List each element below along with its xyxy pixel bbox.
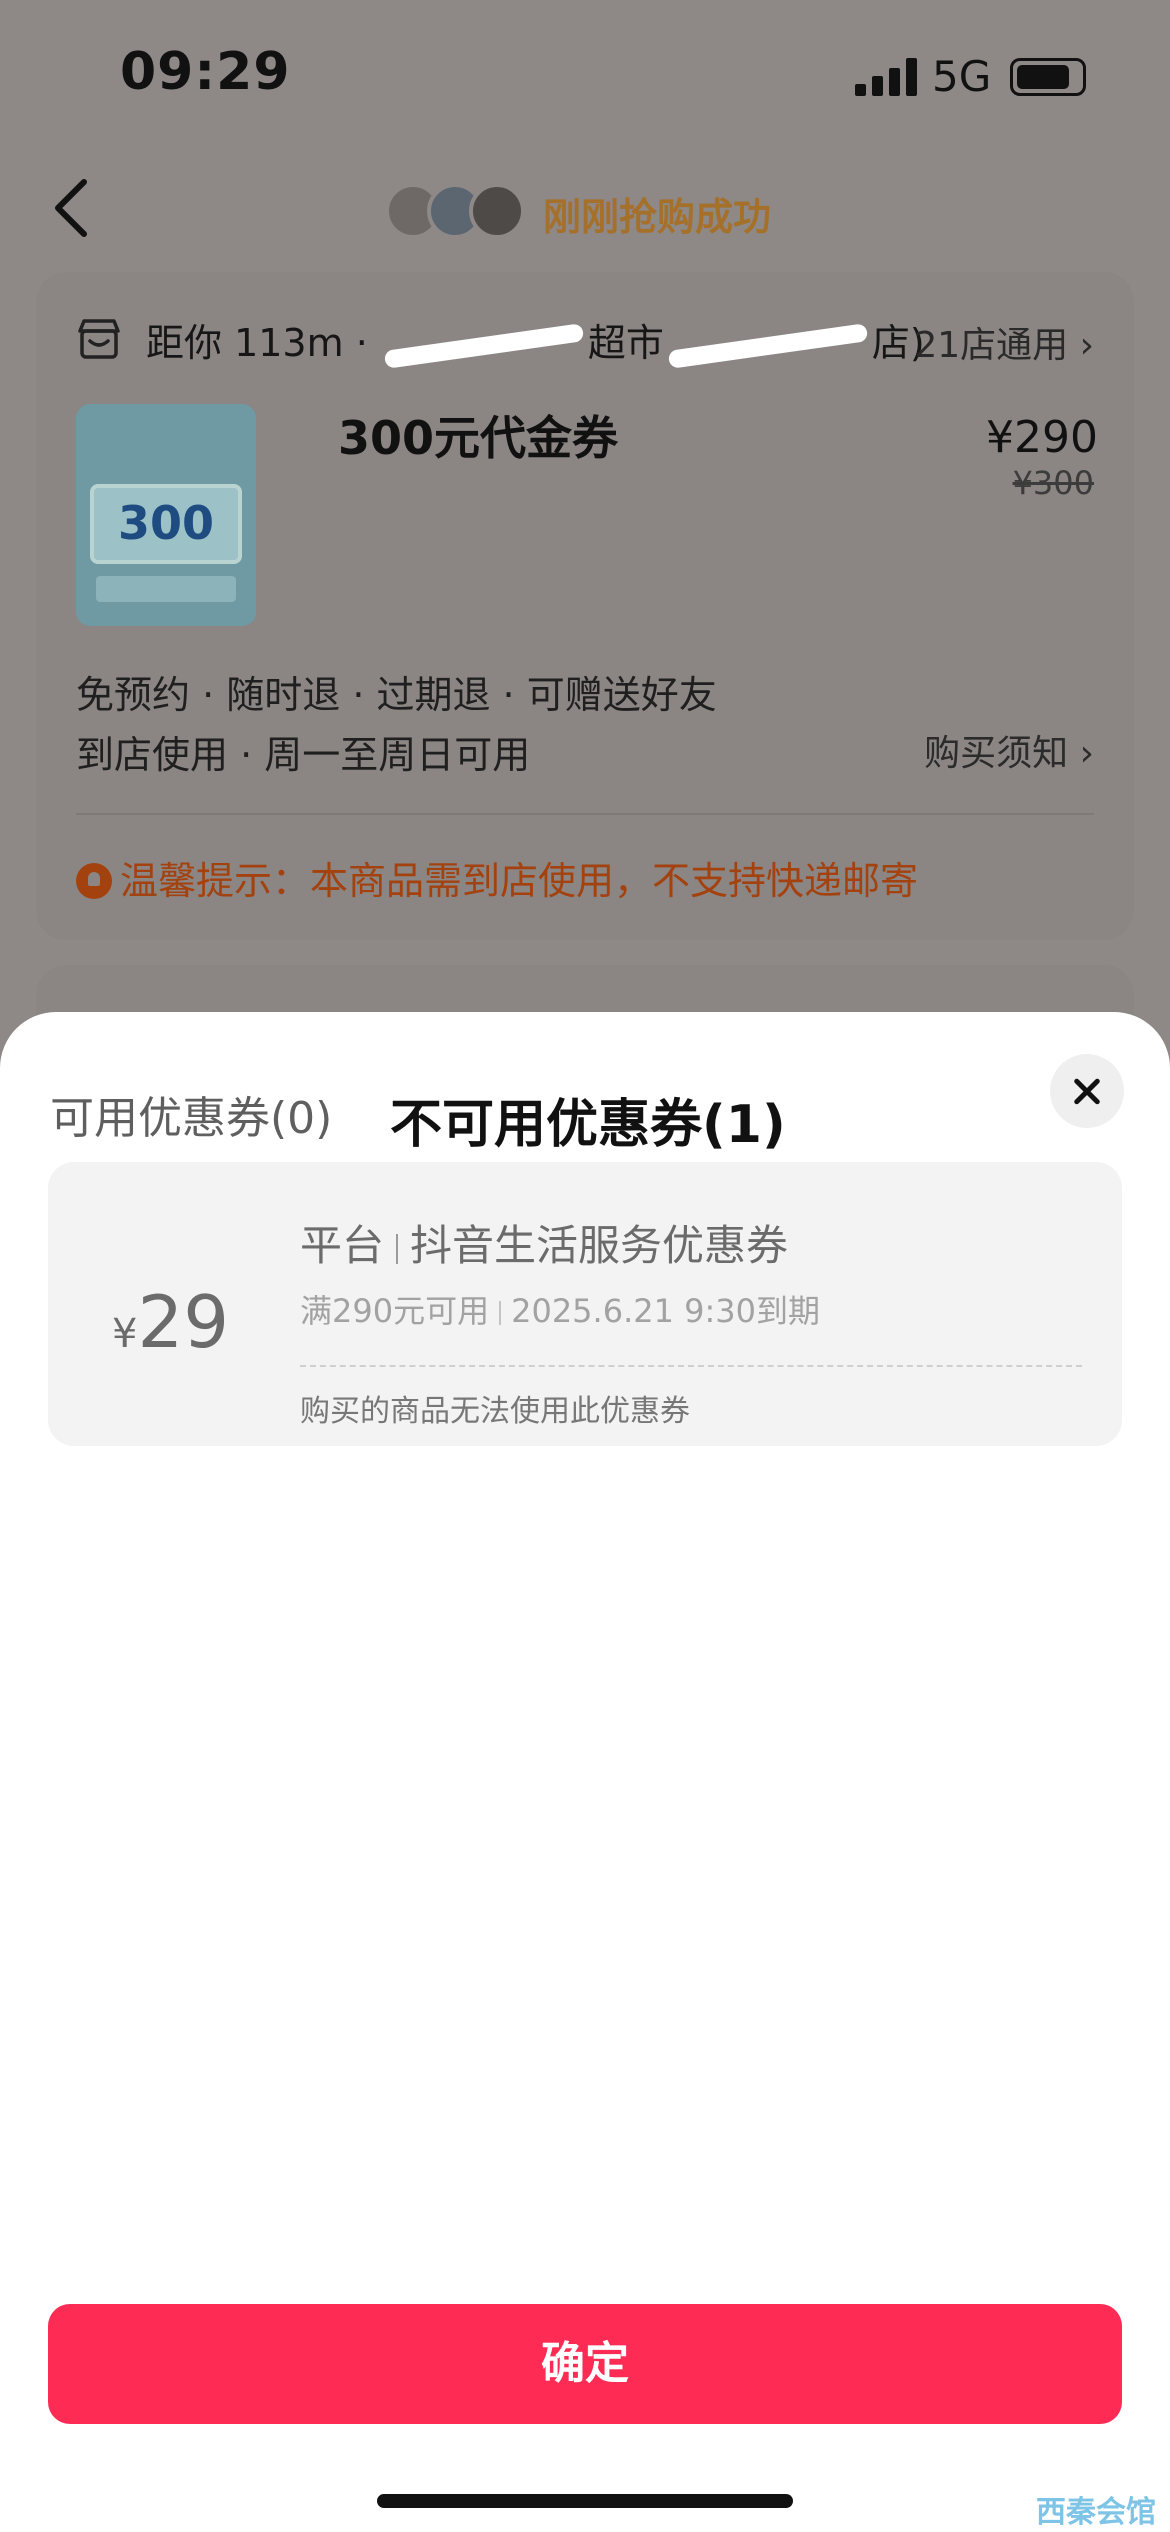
home-indicator[interactable] bbox=[377, 2494, 793, 2508]
store-info[interactable]: 距你 113m · 超市 店) bbox=[146, 312, 925, 369]
coupon-name: 抖音生活服务优惠券 bbox=[410, 1221, 789, 1270]
coupon-condition: 满290元可用 bbox=[300, 1292, 490, 1330]
usage-tags: 到店使用 · 周一至周日可用 bbox=[76, 733, 531, 777]
thumbnail-amount: 300 bbox=[118, 496, 215, 550]
coupon-card[interactable]: ¥29 平台 抖音生活服务优惠券 满290元可用 2025.6.21 9:30到期 … bbox=[48, 1162, 1122, 1446]
coupon-amount: ¥29 bbox=[112, 1280, 229, 1364]
battery-icon bbox=[1010, 58, 1086, 96]
confirm-button[interactable]: 确定 bbox=[48, 2304, 1122, 2424]
store-name: 超市 bbox=[587, 321, 664, 365]
product-name: 300元代金券 bbox=[338, 411, 619, 465]
coupon-sheet: 可用优惠券(0) 不可用优惠券(1) ¥29 平台 抖音生活服务优惠券 满290元… bbox=[0, 1012, 1170, 2532]
original-price: ¥300 bbox=[1012, 464, 1094, 502]
product-tags: 免预约 · 随时退 · 过期退 · 可赠送好友 bbox=[76, 673, 717, 717]
purchase-success-text: 刚刚抢购成功 bbox=[543, 195, 772, 239]
coupon-info: 满290元可用 2025.6.21 9:30到期 bbox=[300, 1286, 820, 1332]
cellular-signal-icon bbox=[855, 58, 917, 96]
tip-text: 温馨提示：本商品需到店使用，不支持快递邮寄 bbox=[120, 859, 919, 903]
coupon-source: 平台 bbox=[300, 1221, 385, 1270]
voucher-banner bbox=[96, 576, 236, 602]
avatar bbox=[469, 183, 525, 239]
shops-link[interactable]: 21店通用 › bbox=[914, 316, 1094, 368]
chevron-right-icon: › bbox=[1079, 733, 1094, 774]
redaction-mark bbox=[667, 322, 869, 369]
warm-tip: 温馨提示：本商品需到店使用，不支持快递邮寄 bbox=[76, 850, 918, 905]
back-arrow-icon[interactable] bbox=[50, 178, 94, 238]
status-bar: 09:29 5G bbox=[0, 0, 1170, 150]
dashed-divider bbox=[300, 1365, 1082, 1367]
currency-symbol: ¥ bbox=[112, 1311, 138, 1357]
store-distance: 距你 113m · bbox=[146, 321, 380, 365]
coupon-unavailable-reason: 购买的商品无法使用此优惠券 bbox=[300, 1394, 690, 1429]
coupon-value: 29 bbox=[137, 1280, 230, 1364]
network-type: 5G bbox=[932, 52, 992, 101]
watermark: 西秦会馆 bbox=[1036, 2495, 1156, 2530]
product-price: ¥290 bbox=[986, 412, 1098, 463]
coupon-expiry: 2025.6.21 9:30到期 bbox=[511, 1292, 820, 1330]
shops-label: 21店通用 bbox=[914, 325, 1069, 366]
chevron-right-icon: › bbox=[1079, 325, 1094, 366]
close-icon[interactable] bbox=[1050, 1054, 1124, 1128]
product-card: 距你 113m · 超市 店) 21店通用 › 300 300元代金券 ¥290 … bbox=[36, 272, 1134, 940]
buyer-avatars bbox=[385, 183, 525, 239]
separator bbox=[499, 1301, 502, 1325]
store-icon bbox=[78, 319, 120, 359]
redaction-mark bbox=[383, 322, 585, 369]
background-page: 09:29 5G 刚刚抢购成功 距你 113m · 超市店) 21店通用 › bbox=[0, 0, 1170, 2532]
product-thumbnail[interactable]: 300 bbox=[76, 404, 256, 626]
tab-available-coupons[interactable]: 可用优惠券(0) bbox=[50, 1082, 332, 1146]
tab-unavailable-coupons[interactable]: 不可用优惠券(1) bbox=[390, 1082, 786, 1157]
divider bbox=[76, 813, 1094, 815]
status-time: 09:29 bbox=[120, 42, 291, 102]
separator bbox=[396, 1233, 399, 1264]
purchase-notice-link[interactable]: 购买须知 › bbox=[924, 724, 1094, 776]
notice-label: 购买须知 bbox=[924, 733, 1069, 774]
coupon-title: 平台 抖音生活服务优惠券 bbox=[300, 1212, 788, 1273]
bell-icon bbox=[76, 862, 112, 899]
